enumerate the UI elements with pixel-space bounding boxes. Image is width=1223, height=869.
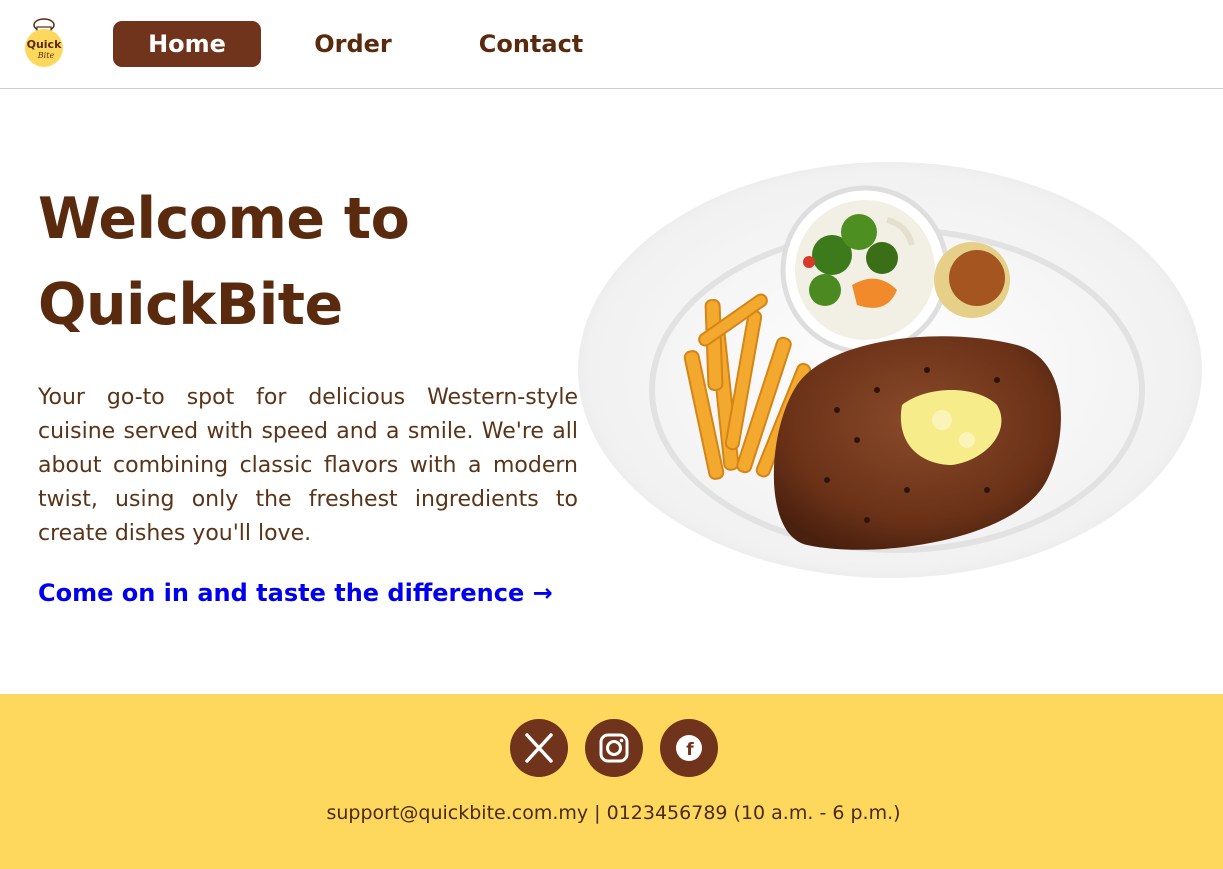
footer-contact-info: support@quickbite.com.my | 0123456789 (1… (326, 802, 901, 824)
svg-text:Quick: Quick (27, 38, 62, 51)
instagram-icon (599, 733, 629, 763)
facebook-social-link[interactable]: f (660, 719, 718, 777)
nav-order-button[interactable]: Order (300, 21, 406, 67)
instagram-social-link[interactable] (585, 719, 643, 777)
x-logo-icon (525, 733, 553, 763)
facebook-icon: f (676, 735, 702, 761)
footer: f support@quickbite.com.my | 0123456789 … (0, 694, 1223, 869)
taste-difference-link[interactable]: Come on in and taste the difference → (38, 575, 553, 611)
x-social-link[interactable] (510, 719, 568, 777)
svg-text:f: f (686, 740, 694, 760)
nav-contact-button[interactable]: Contact (465, 21, 597, 67)
hero-description: Your go-to spot for delicious Western-st… (38, 385, 578, 546)
nav-home-button[interactable]: Home (113, 21, 261, 67)
hero-title: Welcome to QuickBite (38, 186, 410, 338)
top-navbar: Quick Bite Home Order Contact (0, 0, 1223, 89)
quickbite-logo[interactable]: Quick Bite (22, 16, 66, 68)
steak-plate-image (578, 162, 1202, 578)
svg-text:Bite: Bite (37, 51, 55, 60)
